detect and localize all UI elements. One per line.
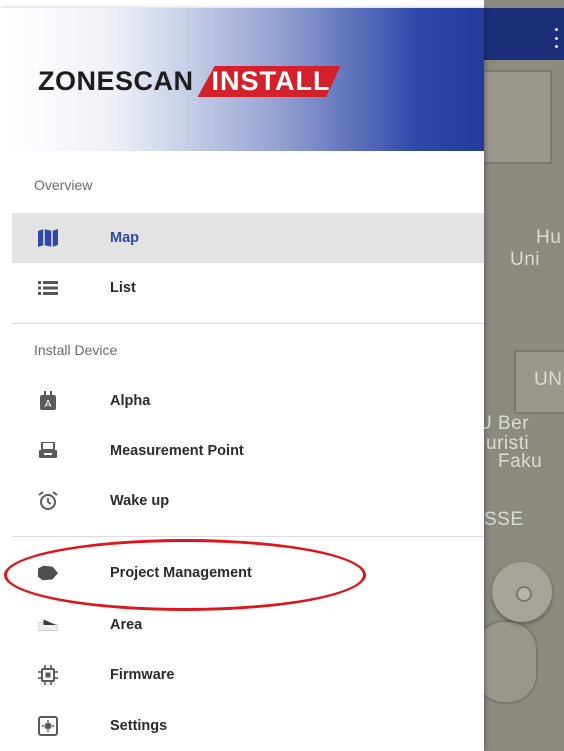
logo-install-text: INSTALL — [197, 66, 341, 97]
menu-item-label: Project Management — [110, 565, 252, 581]
map-background[interactable]: Hu Uni UN U Ber uristi Faku SSE — [484, 0, 564, 751]
more-vert-icon[interactable] — [554, 28, 558, 48]
logo-main-text: ZONESCAN — [38, 66, 194, 96]
menu-item-label: Alpha — [110, 393, 151, 409]
map-label: U Ber — [484, 413, 530, 434]
map-icon — [38, 228, 58, 248]
menu-item-firmware[interactable]: Firmware — [12, 650, 484, 700]
menu-item-label: Wake up — [110, 493, 170, 509]
menu-item-wake-up[interactable]: Wake up — [12, 476, 484, 526]
my-location-icon[interactable] — [492, 562, 552, 622]
map-building — [484, 70, 552, 164]
section-label-overview: Overview — [34, 177, 93, 193]
map-label: Uni — [510, 249, 541, 270]
menu-item-alpha[interactable]: A Alpha — [12, 376, 484, 426]
menu-item-label: Settings — [110, 718, 168, 734]
menu-item-area[interactable]: Area — [12, 600, 484, 650]
map-label: UN — [534, 369, 563, 390]
project-folder-icon — [38, 563, 58, 583]
map-label: SSE — [484, 509, 524, 530]
map-toolbar — [484, 8, 564, 60]
menu-item-label: Area — [110, 617, 143, 633]
menu-item-measurement-point[interactable]: Measurement Point — [12, 426, 484, 476]
menu-item-label: Map — [110, 230, 139, 246]
menu-item-settings[interactable]: Settings — [12, 701, 484, 751]
settings-icon — [38, 716, 58, 736]
list-icon — [38, 278, 58, 298]
map-building — [484, 620, 538, 704]
map-label: Faku — [498, 451, 543, 472]
navigation-drawer: ZONESCAN INSTALL Overview Map List Insta… — [0, 8, 484, 751]
chip-icon — [38, 665, 58, 685]
drawer-header: ZONESCAN INSTALL — [12, 8, 484, 151]
menu-item-project-management[interactable]: Project Management — [12, 548, 484, 598]
alarm-clock-icon — [38, 491, 58, 511]
measurement-point-icon — [38, 441, 58, 461]
menu-item-label: Firmware — [110, 667, 175, 683]
divider — [12, 323, 484, 324]
zonescan-logo: ZONESCAN INSTALL — [38, 66, 341, 97]
menu-item-label: Measurement Point — [110, 443, 244, 459]
menu-item-label: List — [110, 280, 136, 296]
area-icon — [38, 615, 58, 635]
divider — [12, 536, 484, 537]
alpha-device-icon: A — [38, 391, 58, 411]
map-label: Hu — [536, 227, 562, 248]
svg-text:A: A — [45, 399, 52, 410]
menu-item-list[interactable]: List — [12, 263, 484, 313]
section-label-install-device: Install Device — [34, 342, 118, 358]
menu-item-map[interactable]: Map — [12, 213, 484, 263]
